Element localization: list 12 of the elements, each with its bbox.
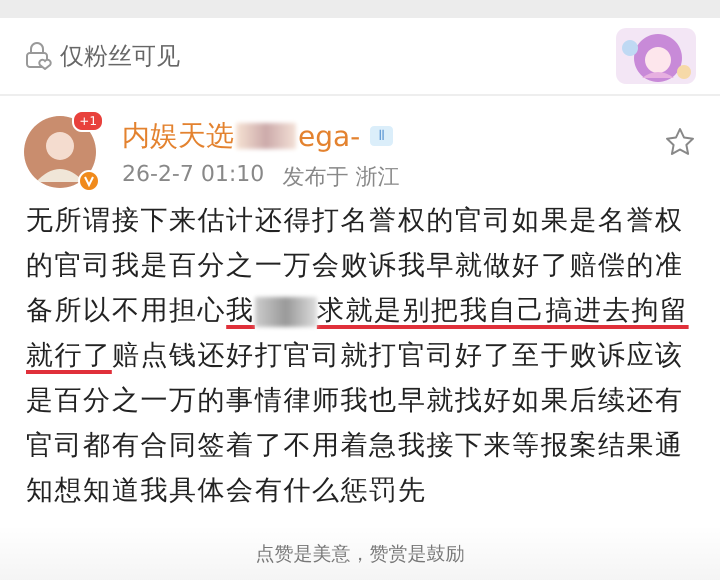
author-name[interactable]: ega- [298,120,360,152]
lock-heart-icon [24,42,54,70]
star-icon[interactable] [664,126,696,158]
visibility-label: 仅粉丝可见 [60,41,181,72]
reward-hint: 点赞是美意，赞赏是鼓励 [256,542,464,567]
post-location: 发布于 浙江 [282,164,400,192]
redaction-blur [236,123,296,149]
count-badge: +1 [72,110,104,132]
author-name[interactable]: 内娱天选 [122,117,234,155]
level-badge: Ⅱ [370,126,394,146]
post-text: 无所谓接下来估计还得打名誉权的官司如果是名誉权的官司我是百分之一万会败诉我早就做好了赔偿的准备所以不用担心我 求就是别把我自己搞进去拘留就行了 赔点钱还好打官司就打官司好了至于败诉应该是百分之一万的事情律师我也早就找好如果后续还有官司都有合同签着了不用着急我接下来等报案结果通知想知道我具体会有什么惩罚先 [25,204,690,508]
post-time: 26-2-7 01:10 [122,162,264,189]
